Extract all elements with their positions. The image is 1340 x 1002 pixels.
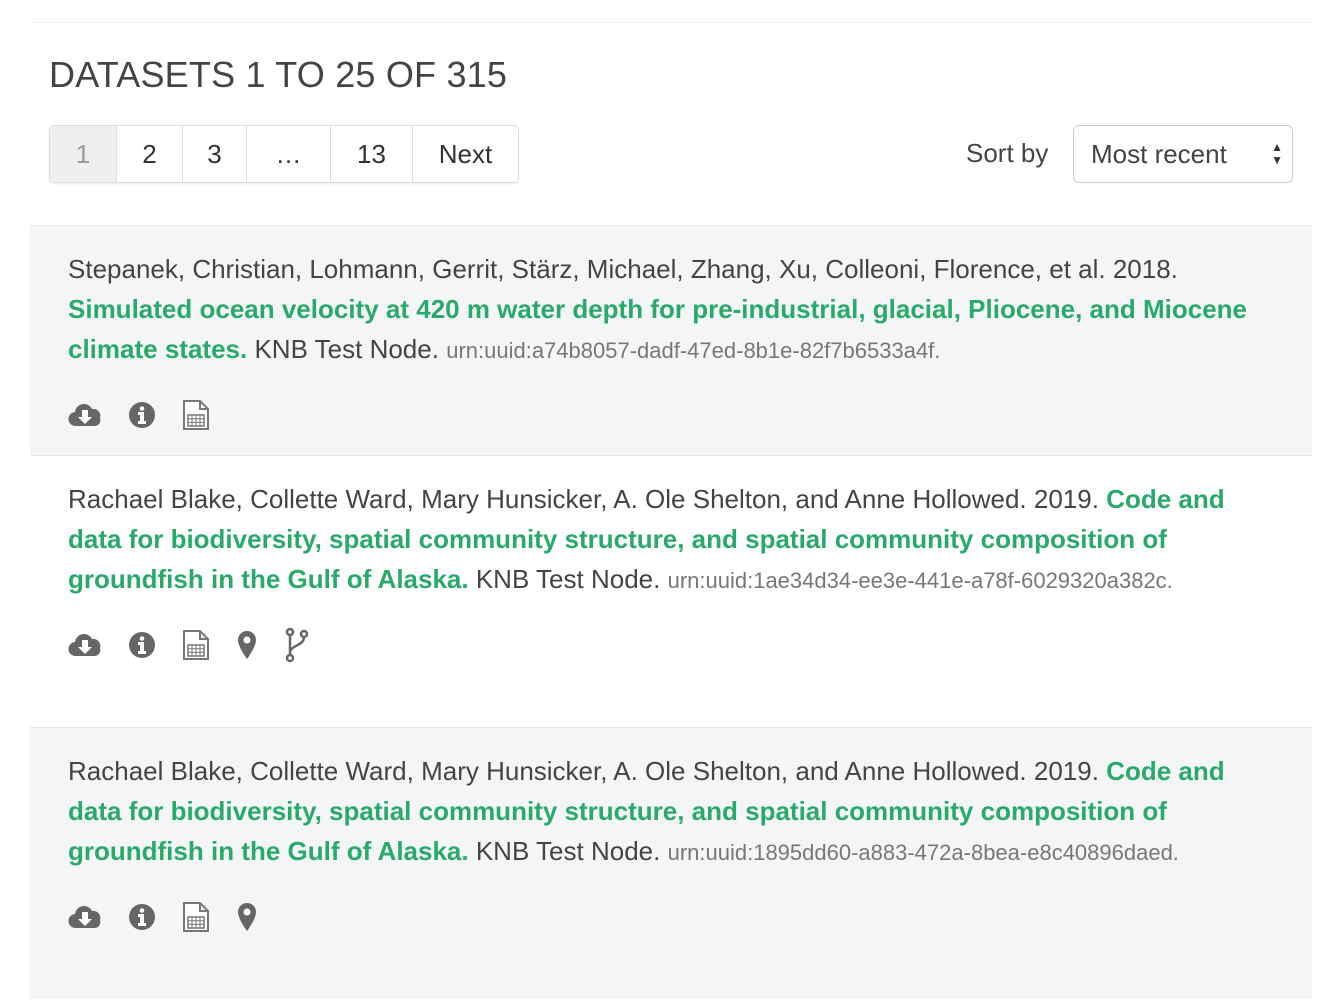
info-icon[interactable]: [128, 631, 156, 659]
result-row: Rachael Blake, Collette Ward, Mary Hunsi…: [30, 727, 1312, 999]
info-icon[interactable]: [128, 401, 156, 429]
citation: Rachael Blake, Collette Ward, Mary Hunsi…: [68, 751, 1272, 873]
page-3[interactable]: 3: [182, 126, 246, 182]
cloud-download-icon[interactable]: [68, 904, 102, 930]
page-ellipsis: …: [246, 126, 330, 182]
dataset-actions: [68, 395, 1272, 435]
dataset-identifier: urn:uuid:1ae34d34-ee3e-441e-a78f-6029320…: [667, 568, 1173, 593]
data-table-icon[interactable]: [182, 629, 210, 661]
sort-label: Sort by: [966, 138, 1049, 168]
repository-name: KNB Test Node.: [475, 836, 661, 866]
citation: Stepanek, Christian, Lohmann, Gerrit, St…: [68, 249, 1272, 371]
select-arrows-icon: ▲ ▼: [1271, 140, 1283, 167]
results-list: Stepanek, Christian, Lohmann, Gerrit, St…: [30, 225, 1312, 999]
page-2[interactable]: 2: [116, 126, 182, 182]
page-1[interactable]: 1: [50, 126, 116, 182]
repository-name: KNB Test Node.: [254, 334, 439, 364]
dataset-actions: [68, 897, 1272, 937]
result-row: Stepanek, Christian, Lohmann, Gerrit, St…: [30, 225, 1312, 455]
results-heading: DATASETS 1 TO 25 OF 315: [49, 54, 508, 95]
citation: Rachael Blake, Collette Ward, Mary Hunsi…: [68, 479, 1272, 601]
sort-select[interactable]: Most recent ▲ ▼: [1073, 125, 1293, 183]
next-page-button[interactable]: Next: [412, 126, 518, 182]
data-table-icon[interactable]: [182, 901, 210, 933]
dataset-identifier: urn:uuid:1895dd60-a883-472a-8bea-e8c4089…: [667, 840, 1179, 865]
repository-name: KNB Test Node.: [475, 564, 661, 594]
citation-authors: Rachael Blake, Collette Ward, Mary Hunsi…: [68, 756, 1099, 786]
dataset-actions: [68, 625, 1272, 665]
dataset-identifier: urn:uuid:a74b8057-dadf-47ed-8b1e-82f7b65…: [446, 338, 941, 363]
cloud-download-icon[interactable]: [68, 402, 102, 428]
map-marker-icon[interactable]: [236, 630, 258, 660]
info-icon[interactable]: [128, 903, 156, 931]
divider: [30, 22, 1312, 23]
result-row: Rachael Blake, Collette Ward, Mary Hunsi…: [30, 455, 1312, 727]
cloud-download-icon[interactable]: [68, 632, 102, 658]
map-marker-icon[interactable]: [236, 902, 258, 932]
sort-selected-value: Most recent: [1091, 139, 1227, 169]
citation-authors: Rachael Blake, Collette Ward, Mary Hunsi…: [68, 484, 1099, 514]
pagination: 1 2 3 … 13 Next: [49, 125, 519, 183]
citation-authors: Stepanek, Christian, Lohmann, Gerrit, St…: [68, 254, 1178, 284]
data-table-icon[interactable]: [182, 399, 210, 431]
page-13[interactable]: 13: [330, 126, 412, 182]
code-fork-icon[interactable]: [284, 627, 310, 663]
